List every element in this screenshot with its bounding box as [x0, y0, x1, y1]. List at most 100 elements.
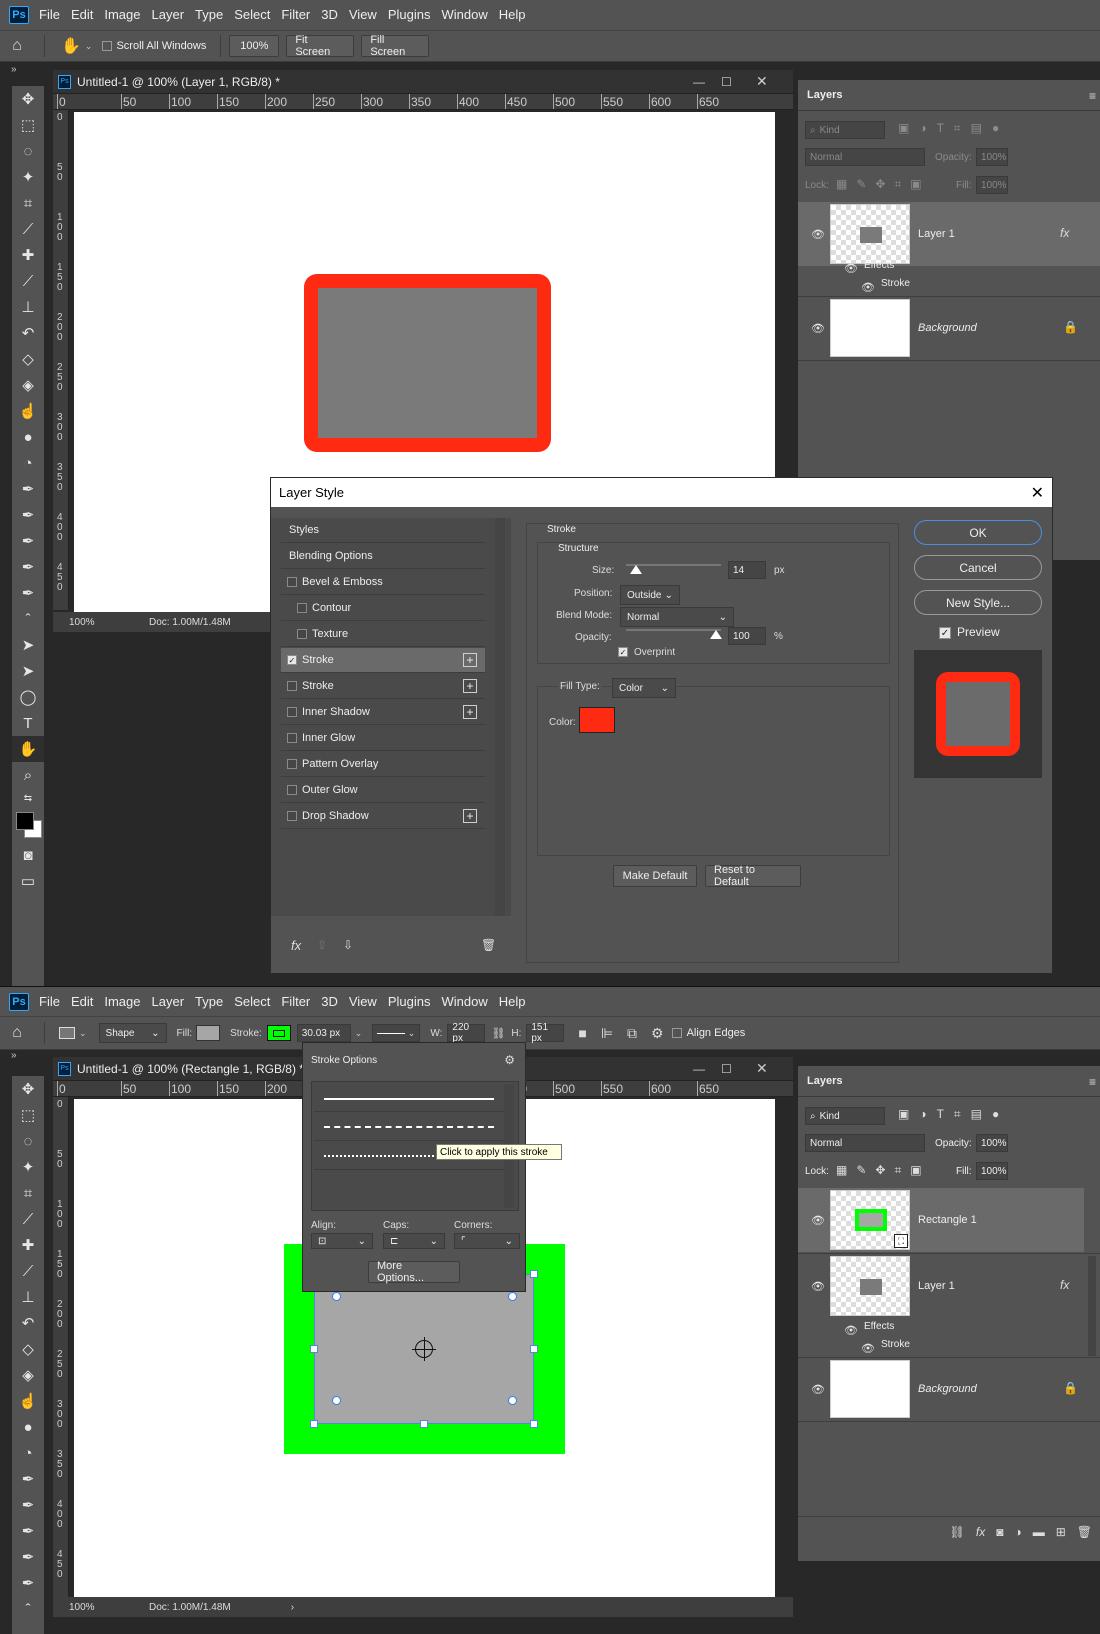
move-tool-icon[interactable]: ✥ — [12, 86, 44, 112]
inner-glow-item[interactable]: Inner Glow — [281, 726, 485, 751]
delete-anchor-tool-icon[interactable]: ✒ — [12, 580, 44, 606]
filter-icons[interactable]: ▣◑T⌗▤● — [898, 1107, 1009, 1122]
menu-view[interactable]: View — [349, 0, 377, 30]
menu-image[interactable]: Image — [104, 0, 140, 30]
transform-handle[interactable] — [420, 1420, 428, 1428]
dialog-titlebar[interactable]: Layer Style ✕ — [271, 478, 1052, 507]
menu-edit[interactable]: Edit — [71, 0, 93, 30]
layer-name[interactable]: Background — [918, 1383, 977, 1395]
minimize-icon[interactable]: — — [693, 1062, 705, 1076]
size-slider-thumb[interactable] — [630, 565, 642, 574]
status-zoom[interactable]: 100% — [69, 1602, 149, 1613]
minimize-icon[interactable]: — — [693, 75, 705, 89]
menu-layer[interactable]: Layer — [152, 0, 185, 30]
menu-file[interactable]: File — [39, 987, 60, 1017]
dodge-tool-icon[interactable]: ◔ — [12, 450, 44, 476]
stamp-tool-icon[interactable]: ⊥ — [12, 1284, 44, 1310]
trash-icon[interactable]: 🗑 — [1077, 1525, 1092, 1539]
visibility-eye-icon[interactable]: 👁 — [810, 1281, 826, 1293]
layer-name[interactable]: Layer 1 — [918, 1280, 955, 1292]
panel-collapse-icon[interactable]: » — [11, 64, 17, 75]
blend-mode-select[interactable]: Normal — [805, 148, 925, 166]
visibility-eye-icon[interactable]: 👁 — [810, 323, 826, 335]
chevron-down-icon[interactable]: ⌄ — [79, 1028, 87, 1039]
stroke-effect-label[interactable]: Stroke — [881, 278, 910, 289]
menu-file[interactable]: File — [39, 0, 60, 30]
stroke-effect-label[interactable]: Stroke — [881, 1339, 910, 1350]
add-inner-shadow-icon[interactable]: + — [463, 705, 477, 719]
move-down-icon[interactable]: ⇩ — [343, 938, 353, 952]
transform-handle[interactable] — [530, 1345, 538, 1353]
menu-type[interactable]: Type — [195, 0, 223, 30]
align-edges-checkbox[interactable] — [671, 1028, 682, 1038]
ok-button[interactable]: OK — [914, 520, 1042, 545]
opacity-field[interactable]: 100% — [976, 1134, 1008, 1152]
document-tab-top[interactable]: Ps Untitled-1 @ 100% (Layer 1, RGB/8) * … — [53, 70, 793, 94]
menu-type[interactable]: Type — [195, 987, 223, 1017]
zoom-100-button[interactable]: 100% — [229, 35, 280, 57]
menu-window[interactable]: Window — [441, 0, 487, 30]
path-arrange-icon[interactable]: ⧉ — [627, 1025, 637, 1042]
stroke-item-selected[interactable]: ✓ Stroke + — [281, 648, 485, 673]
contour-item[interactable]: Contour — [281, 596, 485, 621]
fill-swatch[interactable] — [196, 1025, 221, 1041]
gear-icon[interactable]: ⚙ — [651, 1025, 664, 1042]
checkbox[interactable] — [287, 811, 297, 821]
make-default-button[interactable]: Make Default — [613, 865, 697, 887]
drop-shadow-item[interactable]: Drop Shadow + — [281, 804, 485, 829]
stroke-width-field[interactable]: 30.03 px — [296, 1024, 351, 1042]
home-icon[interactable]: ⌂ — [0, 1024, 34, 1042]
delete-anchor-tool-icon[interactable]: ✒ — [12, 1570, 44, 1596]
corner-radius-handle[interactable] — [508, 1292, 517, 1301]
fill-field[interactable]: 100% — [976, 176, 1008, 194]
layer-row-layer1[interactable]: 👁 Layer 1 fx — [798, 1254, 1084, 1318]
layer-name[interactable]: Background — [918, 322, 977, 334]
checkbox[interactable] — [287, 759, 297, 769]
layers-scrollbar[interactable] — [1088, 1256, 1096, 1356]
home-icon[interactable]: ⌂ — [0, 37, 34, 55]
direct-select-tool-icon[interactable]: ➤ — [12, 658, 44, 684]
panel-collapse-icon[interactable]: » — [11, 1050, 17, 1061]
dodge-tool-icon[interactable]: ◔ — [12, 1440, 44, 1466]
lasso-tool-icon[interactable]: ◌ — [12, 1128, 44, 1154]
menu-3d[interactable]: 3D — [321, 0, 338, 30]
checkbox[interactable] — [287, 785, 297, 795]
checkbox[interactable] — [287, 577, 297, 587]
brush-tool-icon[interactable]: ⟋ — [12, 268, 44, 294]
blending-options-item[interactable]: Blending Options — [281, 544, 485, 569]
crop-tool-icon[interactable]: ⌗ — [12, 1180, 44, 1206]
more-options-button[interactable]: More Options... — [368, 1260, 460, 1284]
menu-filter[interactable]: Filter — [281, 987, 310, 1017]
stroke-color-swatch[interactable] — [579, 707, 615, 733]
menu-plugins[interactable]: Plugins — [388, 987, 431, 1017]
effects-label[interactable]: Effects — [864, 260, 894, 271]
crop-tool-icon[interactable]: ⌗ — [12, 190, 44, 216]
move-up-icon[interactable]: ⇧ — [317, 938, 327, 952]
pen-tool-icon[interactable]: ✒ — [12, 476, 44, 502]
add-stroke-icon[interactable]: + — [463, 679, 477, 693]
outer-glow-item[interactable]: Outer Glow — [281, 778, 485, 803]
opacity-slider[interactable] — [626, 629, 721, 631]
add-anchor-tool-icon[interactable]: ✒ — [12, 1544, 44, 1570]
close-icon[interactable]: ✕ — [756, 73, 768, 90]
transform-handle[interactable] — [310, 1345, 318, 1353]
checkbox[interactable] — [287, 681, 297, 691]
panel-menu-icon[interactable]: ≡ — [1089, 89, 1096, 103]
dialog-close-icon[interactable]: ✕ — [1031, 483, 1044, 503]
opacity-field[interactable]: 100% — [976, 148, 1008, 166]
close-icon[interactable]: ✕ — [756, 1060, 768, 1077]
convert-point-tool-icon[interactable]: ˆ — [12, 606, 44, 632]
maximize-icon[interactable]: ☐ — [721, 75, 732, 89]
paint-bucket-tool-icon[interactable]: ◈ — [12, 1362, 44, 1388]
blur-tool-icon[interactable]: ● — [12, 1414, 44, 1440]
path-align-icon[interactable]: ⊫ — [601, 1025, 613, 1042]
checkbox[interactable] — [297, 629, 307, 639]
menu-window[interactable]: Window — [441, 987, 487, 1017]
chevron-down-icon[interactable]: ⌄ — [355, 1028, 363, 1039]
curvature-pen-tool-icon[interactable]: ✒ — [12, 528, 44, 554]
quick-mask-icon[interactable]: ◙ — [12, 842, 44, 868]
move-tool-icon[interactable]: ✥ — [12, 1076, 44, 1102]
menu-edit[interactable]: Edit — [71, 987, 93, 1017]
freeform-pen-tool-icon[interactable]: ✒ — [12, 1492, 44, 1518]
add-drop-shadow-icon[interactable]: + — [463, 809, 477, 823]
